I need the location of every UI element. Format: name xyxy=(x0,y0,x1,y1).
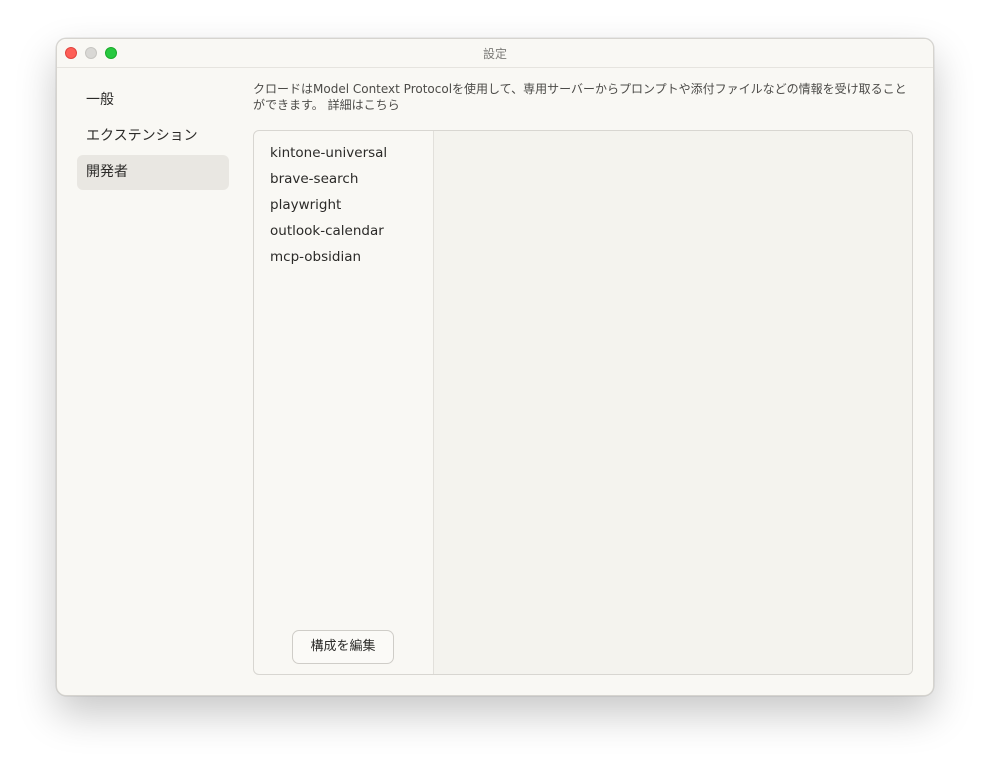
window-title: 設定 xyxy=(482,47,507,61)
mcp-server-panel: kintone-universal brave-search playwrigh… xyxy=(253,130,913,675)
server-item-playwright[interactable]: playwright xyxy=(254,192,433,218)
settings-sidebar: 一般 エクステンション 開発者 xyxy=(77,83,229,191)
sidebar-item-general[interactable]: 一般 xyxy=(77,83,229,118)
server-item-mcp-obsidian[interactable]: mcp-obsidian xyxy=(254,244,433,270)
sidebar-item-extensions[interactable]: エクステンション xyxy=(77,119,229,154)
learn-more-link[interactable]: 詳細はこちら xyxy=(328,98,400,112)
settings-window: 設定 一般 エクステンション 開発者 クロードはModel Context Pr… xyxy=(56,38,934,696)
title-bar: 設定 xyxy=(57,39,933,68)
server-item-outlook-calendar[interactable]: outlook-calendar xyxy=(254,218,433,244)
server-detail-area xyxy=(434,131,912,674)
server-list: kintone-universal brave-search playwrigh… xyxy=(254,131,434,674)
server-item-brave-search[interactable]: brave-search xyxy=(254,166,433,192)
server-item-kintone-universal[interactable]: kintone-universal xyxy=(254,140,433,166)
sidebar-item-developer[interactable]: 開発者 xyxy=(77,155,229,190)
edit-config-button[interactable]: 構成を編集 xyxy=(292,630,394,664)
mcp-description: クロードはModel Context Protocolを使用して、専用サーバーか… xyxy=(253,81,913,113)
developer-content: クロードはModel Context Protocolを使用して、専用サーバーか… xyxy=(253,81,913,113)
